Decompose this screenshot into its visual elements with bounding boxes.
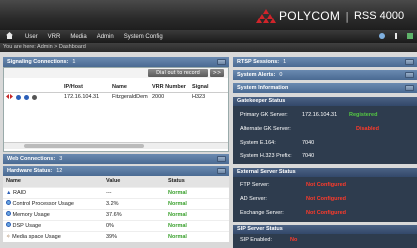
nav-user[interactable]: User (25, 34, 38, 40)
product-name: RSS 4000 (353, 10, 405, 22)
column-name[interactable]: Name (3, 176, 103, 187)
row-ip: 172.16.104.31 (64, 94, 100, 101)
primary-gk-status: Registered (349, 112, 378, 118)
nav-vrr[interactable]: VRR (48, 34, 61, 40)
signaling-panel: Dial out to record >> IP/Host Name VRR N… (3, 67, 229, 152)
table-row[interactable]: 172.16.104.31 FitzgeraldDem 2000 H323 (4, 92, 228, 102)
app-header: POLYCOM | RSS 4000 (0, 0, 417, 30)
table-header-row: IP/Host Name VRR Number Signal (4, 83, 228, 93)
nav-system-config[interactable]: System Config (124, 34, 163, 40)
collapse-button[interactable] (405, 85, 414, 91)
main-nav: User VRR Media Admin System Config (0, 30, 417, 43)
info-icon[interactable] (16, 94, 21, 100)
collapse-button[interactable] (217, 168, 226, 174)
exchange-server-label: Exchange Server: (240, 210, 284, 216)
status-badge: Normal (165, 197, 229, 209)
column-vrr-number[interactable]: VRR Number (150, 83, 190, 93)
ad-server-value: Not Configured (306, 196, 347, 202)
polycom-logo: POLYCOM | RSS 4000 (256, 9, 404, 23)
e164-label: System E.164: (240, 140, 276, 146)
row-vrr: 2000 (152, 94, 165, 101)
collapse-button[interactable] (217, 59, 226, 65)
nav-admin[interactable]: Admin (97, 34, 114, 40)
cpu-icon (6, 200, 11, 205)
brand-name: POLYCOM (279, 9, 341, 23)
table-row[interactable]: Control Processor Usage 3.2% Normal (3, 197, 229, 209)
signaling-panel-title[interactable]: Signaling Connections: 1 (3, 57, 229, 67)
expand-button[interactable] (405, 72, 414, 78)
help-icon[interactable] (392, 32, 400, 40)
home-icon[interactable] (6, 32, 13, 41)
web-connections-title[interactable]: Web Connections: 3 (3, 154, 229, 164)
primary-gk-label: Primary GK Server: (240, 112, 288, 118)
row-signal: H323 (192, 94, 206, 101)
table-row[interactable]: DSP Usage 0% Normal (3, 219, 229, 231)
column-signal[interactable]: Signal (190, 83, 228, 93)
dsp-icon (6, 222, 11, 227)
system-alerts-title[interactable]: System Alerts: 0 (233, 70, 417, 80)
alternate-gk-status: Disabled (356, 126, 379, 132)
status-badge: Normal (165, 230, 229, 242)
gatekeeper-status-title: Gatekeeper Status (233, 97, 417, 106)
table-row[interactable]: ✧ Media space Usage 39% Normal (3, 230, 229, 242)
expand-button[interactable] (405, 59, 414, 65)
memory-icon (6, 211, 11, 216)
nav-tools (378, 32, 414, 40)
dial-out-button[interactable]: Dial out to record (148, 69, 208, 77)
status-badge: Normal (165, 186, 229, 198)
table-row[interactable]: Memory Usage 37.6% Normal (3, 208, 229, 220)
hardware-table: Name Value Status ▲ RAID --- Normal Cont… (3, 176, 229, 242)
media-icon: ✧ (6, 233, 11, 240)
exchange-server-value: Not Configured (306, 210, 347, 216)
column-name[interactable]: Name (110, 83, 150, 93)
table-row[interactable]: ▲ RAID --- Normal (3, 186, 229, 198)
nav-media[interactable]: Media (70, 34, 86, 40)
column-value[interactable]: Value (103, 176, 165, 187)
rtsp-sessions-title[interactable]: RTSP Sessions: 1 (233, 57, 417, 67)
hardware-status-title[interactable]: Hardware Status: 12 (3, 166, 229, 176)
horizontal-scrollbar[interactable] (4, 142, 228, 149)
signaling-table: IP/Host Name VRR Number Signal 172.16.10… (4, 83, 228, 102)
column-status[interactable]: Status (165, 176, 229, 187)
e164-value: 7040 (302, 140, 315, 146)
sip-enabled-value: No (290, 237, 298, 243)
table-header-row: Name Value Status (3, 176, 229, 187)
system-information-title[interactable]: System Information (233, 83, 417, 93)
raid-icon: ▲ (6, 189, 12, 196)
breadcrumb: You are here: Admin > Dashboard (0, 43, 417, 52)
dial-out-options-button[interactable]: >> (210, 69, 224, 77)
ad-server-label: AD Server: (240, 196, 267, 202)
logout-icon[interactable] (406, 32, 414, 40)
h323-prefix-value: 7040 (302, 153, 315, 159)
h323-prefix-label: System H.323 Prefix: (240, 153, 292, 159)
expand-button[interactable] (217, 156, 226, 162)
connection-icon[interactable] (6, 93, 13, 101)
alternate-gk-label: Alternate GK Server: (240, 126, 291, 132)
ftp-server-label: FTP Server: (240, 182, 270, 188)
polycom-triangles-icon (256, 9, 276, 23)
status-badge: Normal (165, 219, 229, 231)
column-ip-host[interactable]: IP/Host (62, 83, 110, 93)
sip-server-status-title: SIP Server Status (233, 225, 417, 234)
ftp-server-value: Not Configured (306, 182, 347, 188)
status-badge: Normal (165, 208, 229, 220)
primary-gk-value: 172.16.104.31 (302, 112, 338, 118)
signaling-toolbar: Dial out to record >> (4, 68, 228, 78)
tools-icon[interactable] (378, 32, 386, 40)
row-name: FitzgeraldDem (112, 94, 148, 101)
sip-enabled-label: SIP Enabled: (240, 237, 273, 243)
record-icon[interactable] (24, 94, 29, 100)
external-server-status-title: External Server Status (233, 168, 417, 177)
hangup-icon[interactable] (32, 94, 37, 100)
